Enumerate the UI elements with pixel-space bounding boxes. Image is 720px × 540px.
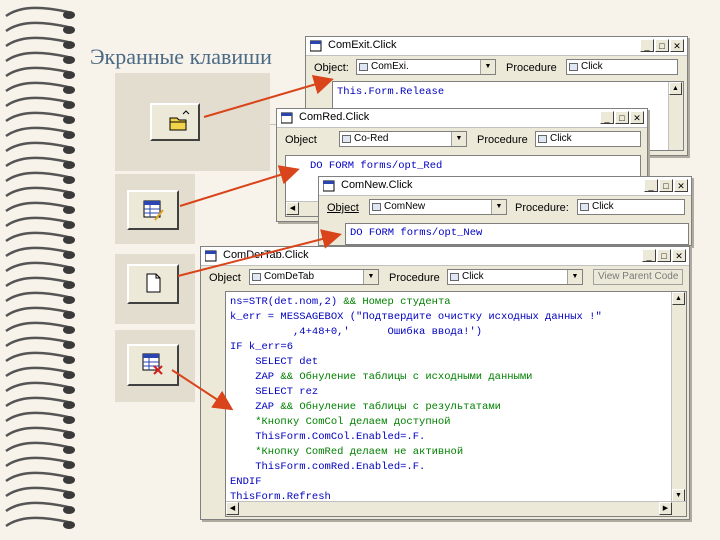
pointer-arrows [171, 74, 342, 411]
arrow-tab [171, 369, 234, 411]
arrow-exit [203, 74, 334, 118]
arrow-new [177, 229, 342, 277]
arrow-red [179, 165, 300, 207]
